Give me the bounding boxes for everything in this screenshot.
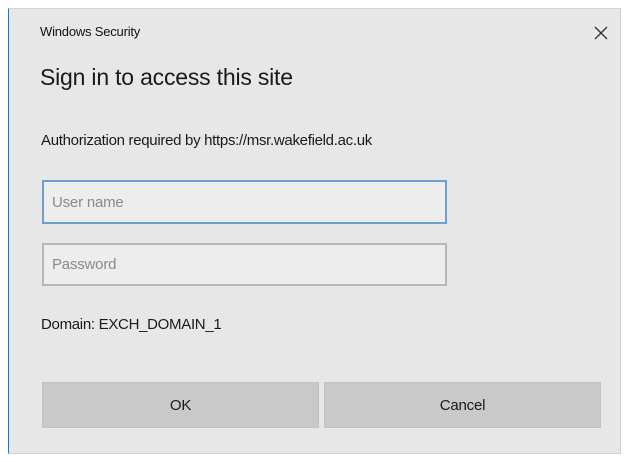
password-input[interactable]: [42, 243, 447, 286]
ok-button[interactable]: OK: [42, 382, 319, 428]
authorization-text: Authorization required by https://msr.wa…: [41, 132, 372, 149]
window-title: Windows Security: [40, 24, 141, 39]
page: Windows Security Sign in to access this …: [0, 0, 628, 462]
close-icon[interactable]: [591, 23, 611, 43]
cancel-button[interactable]: Cancel: [324, 382, 601, 428]
dialog-heading: Sign in to access this site: [40, 64, 293, 90]
domain-text: Domain: EXCH_DOMAIN_1: [41, 316, 222, 333]
windows-security-dialog: Windows Security Sign in to access this …: [8, 8, 621, 454]
username-input[interactable]: [42, 180, 447, 224]
